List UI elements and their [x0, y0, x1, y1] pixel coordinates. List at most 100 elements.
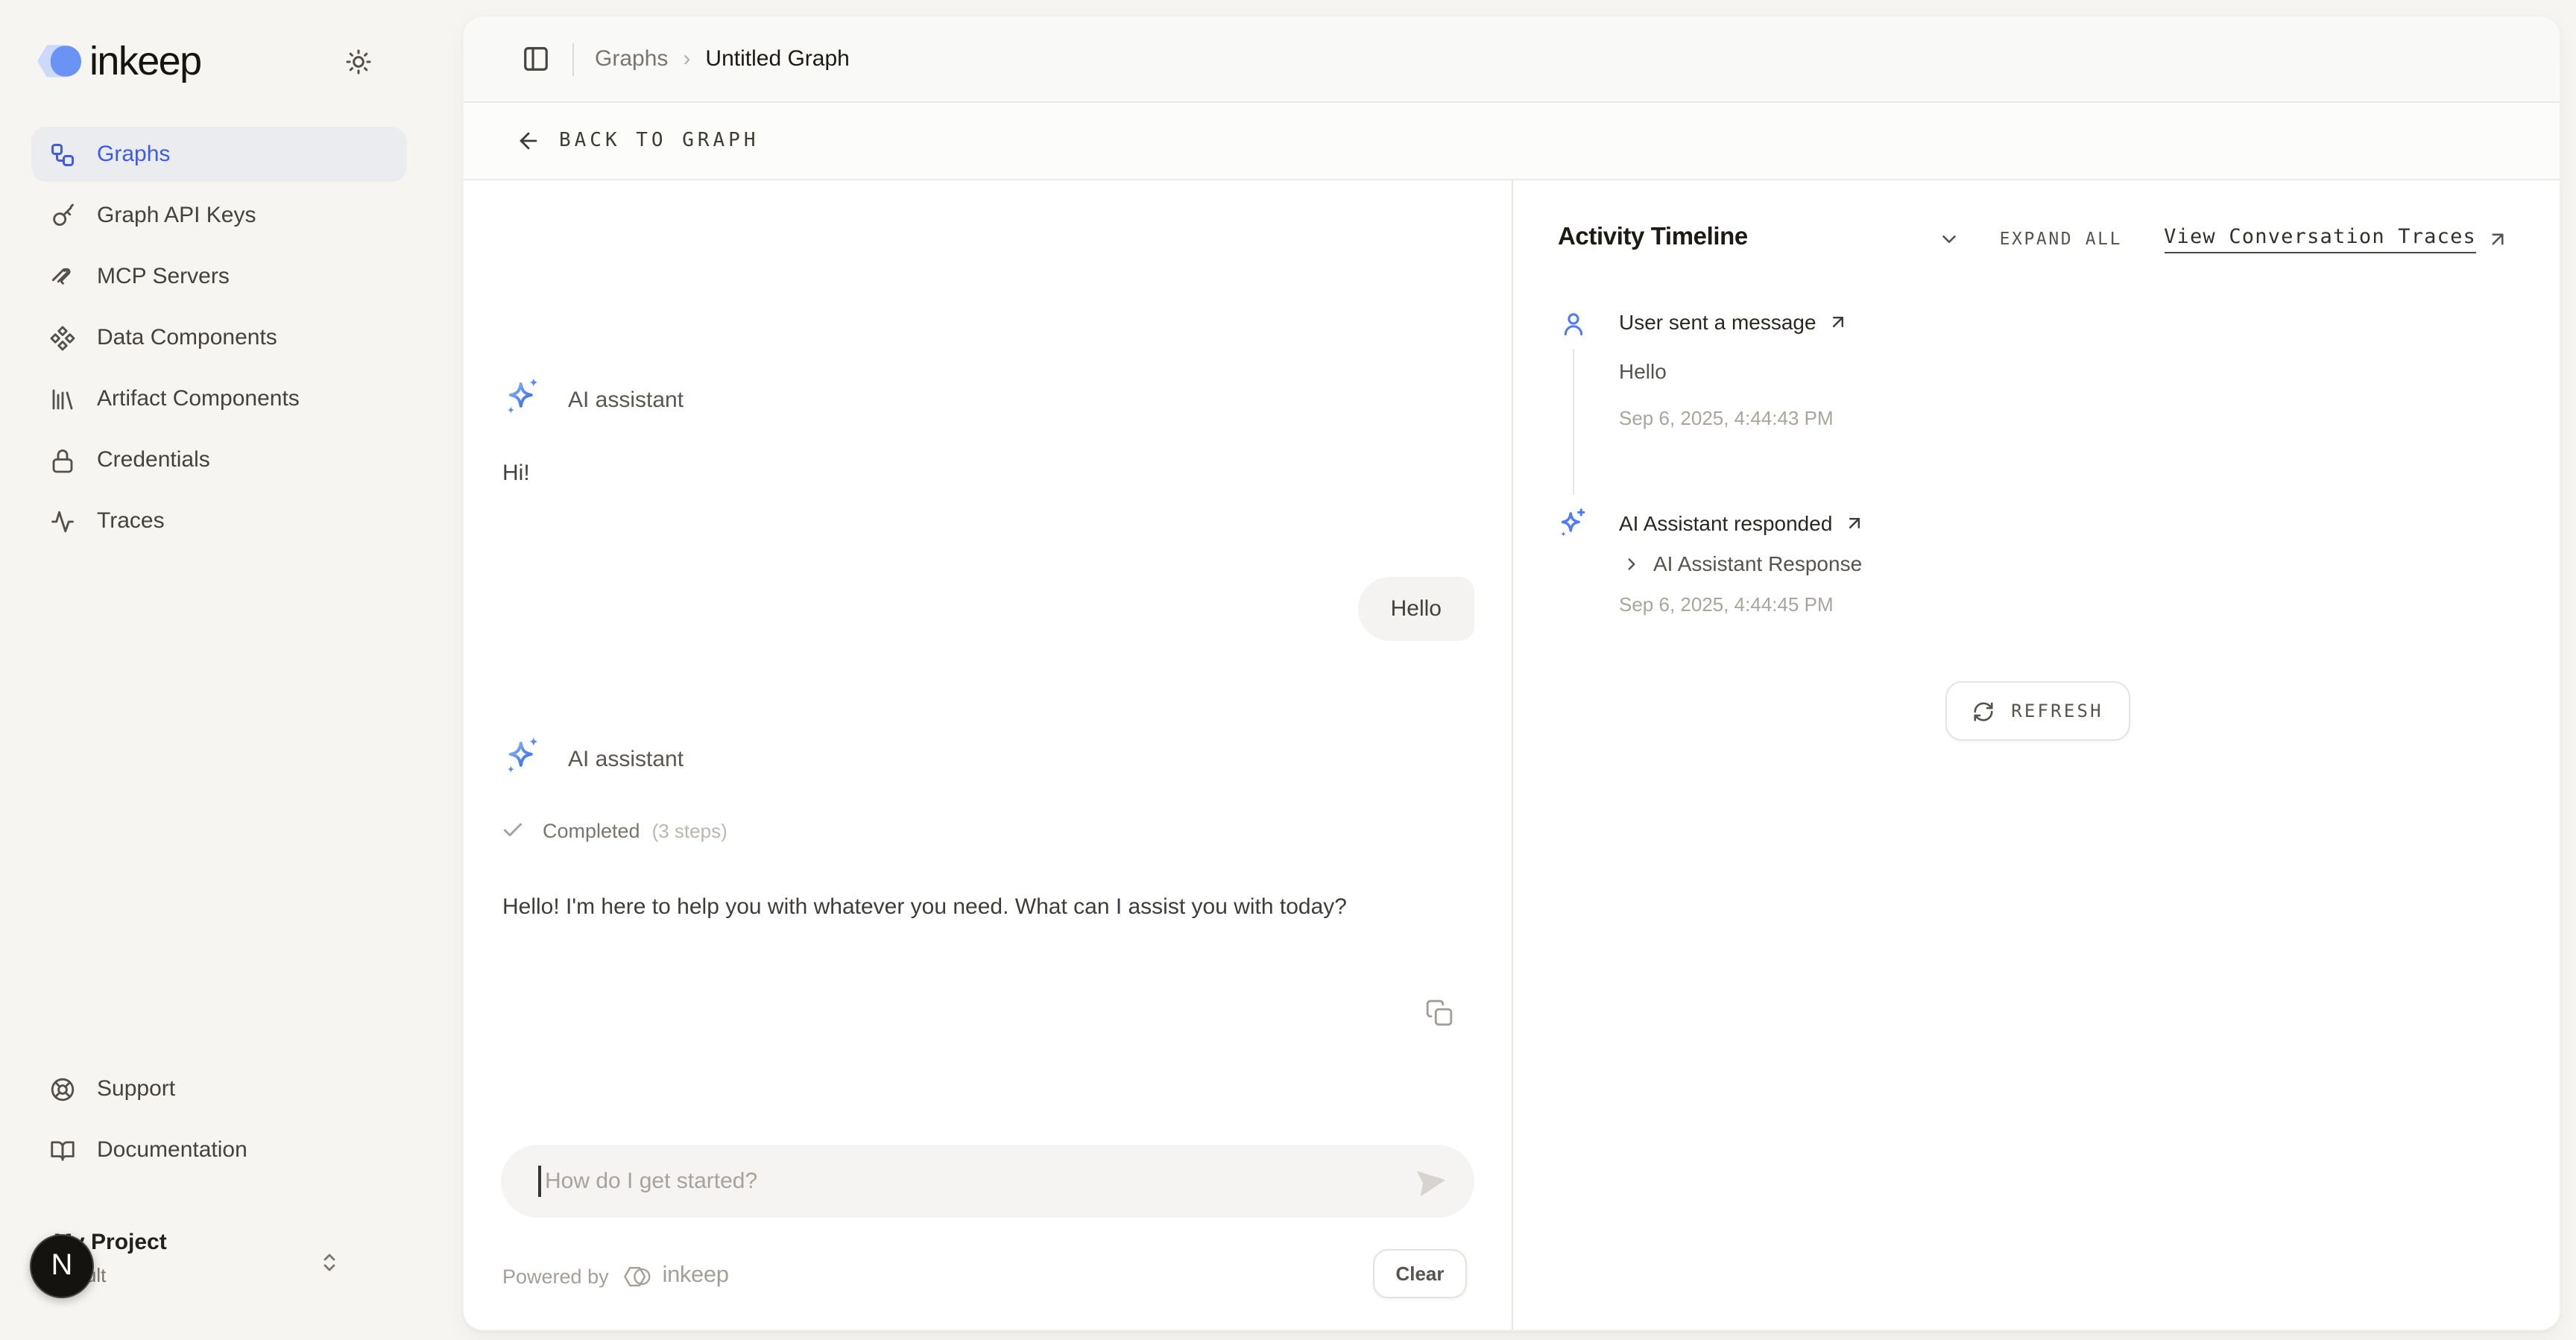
sparkle-icon [1556, 507, 1588, 540]
powered-by-brand: inkeep [663, 1262, 729, 1289]
breadcrumb-graphs-link[interactable]: Graphs [595, 46, 668, 72]
top-bar: Graphs › Untitled Graph [464, 16, 2560, 103]
theme-toggle-button[interactable] [332, 36, 383, 86]
breadcrumb: Graphs › Untitled Graph [595, 46, 850, 72]
sidebar-item-label: Graph API Keys [97, 203, 256, 228]
panel-left-icon [521, 45, 549, 73]
completion-status[interactable]: Completed (3 steps) [501, 818, 727, 842]
sidebar-item-label: Credentials [97, 447, 210, 473]
life-buoy-icon [49, 1075, 76, 1102]
send-icon [1415, 1166, 1448, 1198]
sidebar-item-label: Documentation [97, 1137, 247, 1163]
sidebar-item-graphs[interactable]: Graphs [31, 127, 407, 182]
timeline-event-timestamp: Sep 6, 2025, 4:44:43 PM [1619, 407, 1834, 429]
user-icon [1561, 310, 1586, 338]
chat-input-placeholder: How do I get started? [545, 1169, 757, 1194]
sidebar-item-support[interactable]: Support [31, 1061, 407, 1116]
workflow-icon [49, 141, 76, 168]
chevron-down-icon [1938, 227, 1960, 250]
timeline-event-body: Hello [1619, 359, 1667, 383]
chevrons-up-down-icon [318, 1251, 341, 1274]
breadcrumb-current-page: Untitled Graph [705, 46, 849, 72]
mcp-icon [49, 263, 76, 290]
timeline-event-title[interactable]: User sent a message [1619, 310, 1849, 334]
collapse-timeline-button[interactable] [1931, 221, 1967, 256]
app-root: inkeep Graphs [0, 0, 2576, 1340]
powered-by[interactable]: Powered by inkeep [502, 1262, 729, 1289]
back-bar: BACK TO GRAPH [464, 103, 2560, 180]
arrow-up-right-icon [1844, 513, 1865, 534]
refresh-label: REFRESH [2011, 701, 2103, 721]
timeline-actions: EXPAND ALL View Conversation Traces [1931, 221, 2509, 256]
key-icon [49, 202, 76, 229]
avatar-letter: N [51, 1249, 73, 1283]
sidebar-item-artifact-components[interactable]: Artifact Components [31, 371, 407, 426]
arrow-up-right-icon [1828, 312, 1849, 332]
timeline-event-title[interactable]: AI Assistant responded [1619, 511, 1865, 535]
main-panel: Graphs › Untitled Graph BACK TO GRAPH [462, 15, 2561, 1331]
view-conversation-traces-link[interactable]: View Conversation Traces [2164, 224, 2509, 253]
ai-sparkle-icon [502, 735, 543, 777]
activity-icon [49, 508, 76, 534]
sidebar-item-label: Graphs [97, 142, 170, 167]
ai-sparkle-icon [502, 376, 543, 417]
copy-button[interactable] [1419, 993, 1458, 1031]
logo-row: inkeep [34, 39, 437, 83]
inkeep-logo-mark-icon [34, 40, 85, 82]
sun-icon [344, 47, 372, 75]
sidebar-item-label: MCP Servers [97, 264, 230, 289]
lock-icon [49, 446, 76, 473]
panel-title: Activity Timeline [1558, 224, 1748, 252]
user-message-bubble: Hello [1358, 577, 1474, 641]
sidebar-nav: Graphs Graph API Keys MC [31, 127, 407, 554]
sidebar-toggle-button[interactable] [513, 37, 558, 81]
book-open-icon [49, 1137, 76, 1163]
assistant-label: AI assistant [568, 388, 684, 413]
sidebar-item-label: Data Components [97, 325, 277, 350]
sidebar-item-documentation[interactable]: Documentation [31, 1122, 407, 1178]
timeline-event-expander[interactable]: AI Assistant Response [1622, 552, 1862, 575]
avatar[interactable]: N [30, 1234, 94, 1298]
inkeep-mark-icon [624, 1263, 652, 1289]
expand-all-button[interactable]: EXPAND ALL [2000, 228, 2123, 249]
clear-button[interactable]: Clear [1373, 1249, 1467, 1298]
refresh-button[interactable]: REFRESH [1945, 681, 2130, 741]
status-label: Completed [543, 819, 640, 841]
content-area: AI assistant Hi! Hello AI assistant [464, 180, 2560, 1330]
refresh-icon [1972, 700, 1995, 722]
component-icon [49, 324, 76, 351]
back-to-graph-label: BACK TO GRAPH [559, 130, 760, 152]
activity-timeline-panel: Activity Timeline EXPAND ALL View Conver… [1513, 180, 2560, 1330]
copy-icon [1424, 998, 1453, 1026]
text-caret [538, 1166, 540, 1197]
sidebar: inkeep Graphs [0, 0, 462, 1340]
assistant-label: AI assistant [568, 747, 684, 772]
library-icon [49, 385, 76, 412]
assistant-message: Hi! [502, 461, 530, 486]
back-to-graph-button[interactable]: BACK TO GRAPH [516, 128, 760, 154]
status-steps: (3 steps) [652, 819, 727, 841]
arrow-left-icon [516, 128, 541, 154]
sidebar-item-data-components[interactable]: Data Components [31, 310, 407, 365]
sidebar-item-graph-api-keys[interactable]: Graph API Keys [31, 188, 407, 243]
sidebar-item-label: Support [97, 1076, 175, 1102]
sidebar-item-mcp-servers[interactable]: MCP Servers [31, 249, 407, 304]
sidebar-item-credentials[interactable]: Credentials [31, 432, 407, 487]
send-button[interactable] [1412, 1163, 1450, 1201]
chevron-right-icon [1622, 554, 1641, 573]
arrow-up-right-icon [2487, 227, 2509, 250]
powered-by-label: Powered by [502, 1265, 609, 1287]
divider [572, 42, 574, 75]
check-icon [501, 818, 525, 842]
chat-playground: AI assistant Hi! Hello AI assistant [464, 180, 1512, 1330]
sidebar-item-label: Traces [97, 508, 165, 534]
sidebar-footer-nav: Support Documentation [31, 1061, 407, 1183]
sidebar-item-label: Artifact Components [97, 386, 300, 411]
timeline-connector [1573, 349, 1574, 495]
timeline-event-timestamp: Sep 6, 2025, 4:44:45 PM [1619, 593, 1834, 616]
project-switcher-button[interactable] [307, 1240, 352, 1285]
sidebar-item-traces[interactable]: Traces [31, 493, 407, 549]
chat-input[interactable]: How do I get started? [501, 1145, 1474, 1218]
project-selector[interactable]: N My Project Default [0, 1225, 462, 1309]
inkeep-wordmark: inkeep [89, 38, 201, 84]
